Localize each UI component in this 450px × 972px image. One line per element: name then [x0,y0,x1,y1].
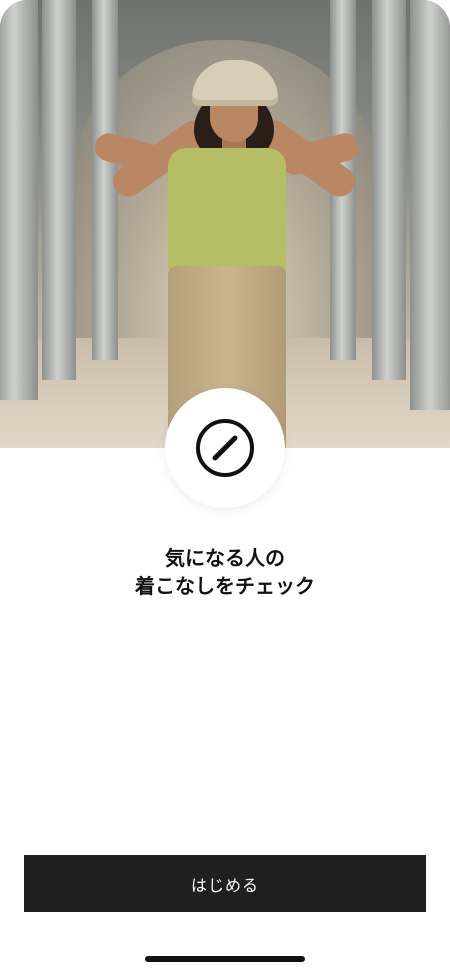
hero-image [0,0,450,448]
headline-line-1: 気になる人の [165,546,285,570]
headline: 気になる人の 着こなしをチェック [0,544,450,600]
pencil-icon [196,419,254,477]
model-hat [192,60,278,106]
model-top [168,148,286,272]
start-button[interactable]: はじめる [24,855,426,912]
model-figure [0,0,450,448]
headline-line-2: 着こなしをチェック [135,574,315,598]
onboarding-screen: 気になる人の 着こなしをチェック はじめる [0,0,450,972]
feature-badge [165,388,285,508]
home-indicator[interactable] [145,956,305,962]
